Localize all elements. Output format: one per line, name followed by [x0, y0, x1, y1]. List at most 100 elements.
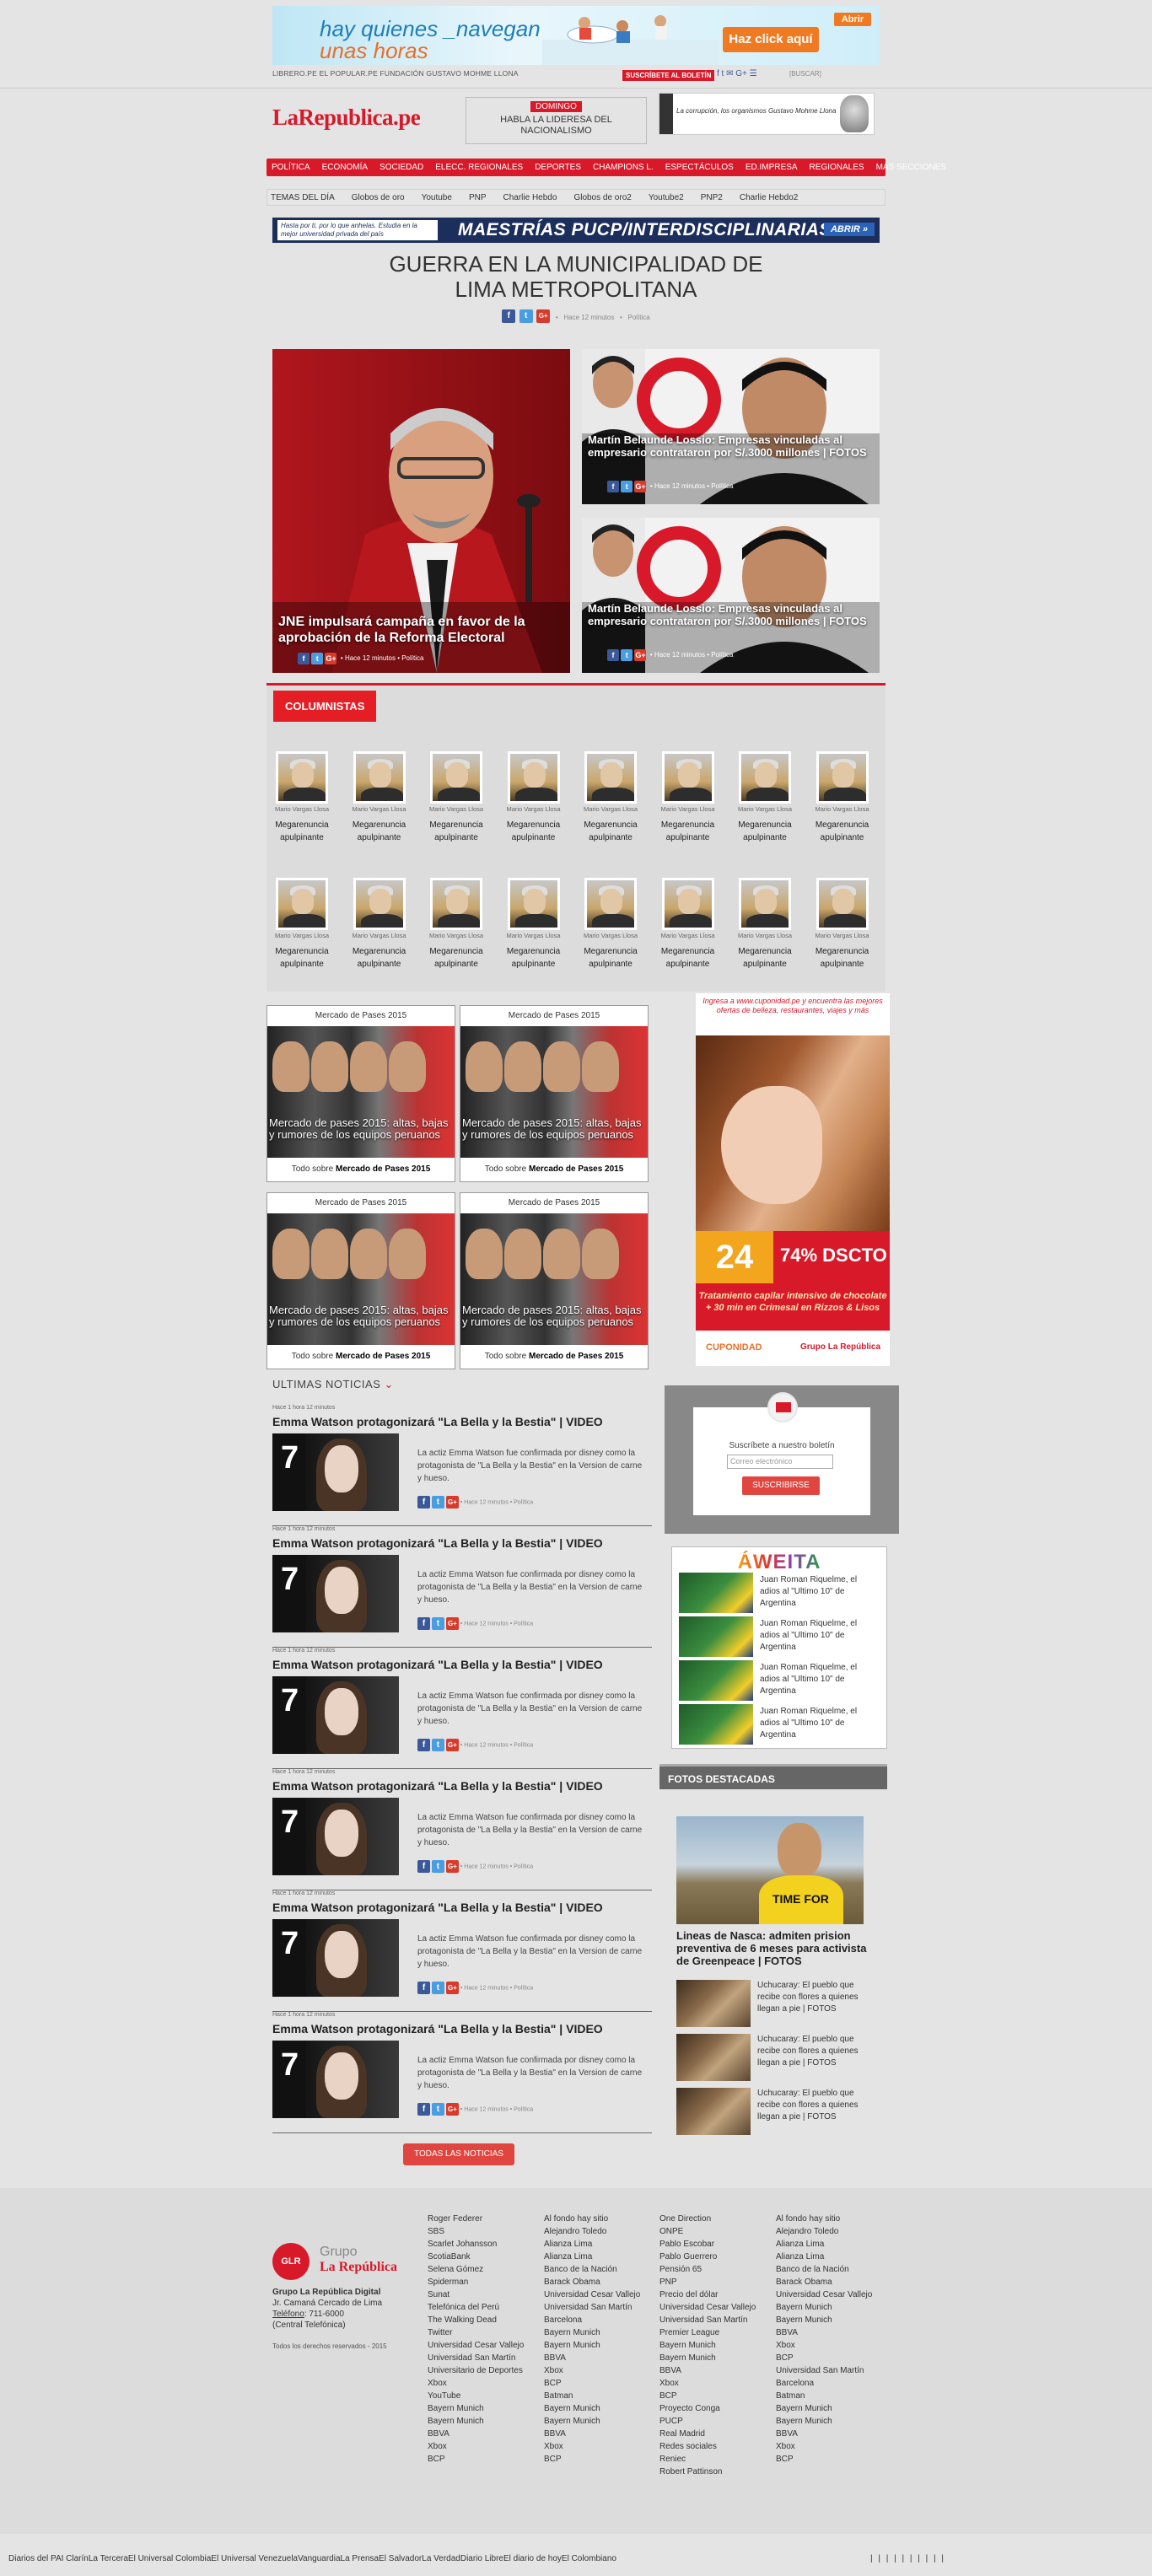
search-link[interactable]: [BUSCAR]	[789, 70, 821, 78]
google-plus-icon[interactable]: G+	[445, 1860, 459, 1873]
footer-tag-link[interactable]: Barcelona	[776, 2377, 877, 2390]
facebook-icon[interactable]: f	[502, 309, 516, 323]
footer-tag-link[interactable]: Reniec	[659, 2453, 761, 2466]
nav-item-politica[interactable]: POLÍTICA	[272, 163, 310, 172]
footer-tag-link[interactable]: Universidad San Martín	[544, 2301, 645, 2314]
nav-item-deportes[interactable]: DEPORTES	[535, 163, 581, 172]
aweita-item[interactable]: Juan Roman Riquelme, el adios al "Ultimo…	[679, 1660, 881, 1702]
footer-tag-link[interactable]: Real Madrid	[659, 2428, 761, 2440]
google-plus-icon[interactable]: G+	[445, 2103, 459, 2116]
featured-main-story[interactable]: JNE impulsará campaña en favor de la apr…	[272, 349, 570, 673]
mercado-footer-link[interactable]: Mercado de Pases 2015	[336, 1164, 430, 1174]
photo-item-title[interactable]: Uchucaray: El pueblo que recibe con flor…	[757, 2034, 875, 2069]
twitter-icon[interactable]: t	[621, 649, 633, 661]
mercado-card[interactable]: Mercado de Pases 2015 Mercado de pases 20…	[460, 1192, 649, 1369]
footer-tag-link[interactable]: Batman	[776, 2390, 877, 2402]
footer-tag-link[interactable]: Batman	[544, 2390, 645, 2402]
aweita-item-title[interactable]: Juan Roman Riquelme, el adios al "Ultimo…	[760, 1574, 878, 1610]
columnist-card[interactable]: Mario Vargas Llosa Megarenuncia apulpinan…	[814, 751, 871, 844]
news-item[interactable]: Hace 1 hora 12 minutos Emma Watson protag…	[272, 1648, 652, 1769]
columnist-card[interactable]: Mario Vargas Llosa Megarenuncia apulpinan…	[273, 878, 331, 971]
subscribe-button[interactable]: SUSCRIBIRSE	[742, 1476, 820, 1495]
columnist-article-title[interactable]: Megarenuncia apulpinante	[582, 945, 639, 971]
footer-tag-link[interactable]: ScotiaBank	[428, 2251, 529, 2263]
twitter-icon[interactable]: t	[431, 1860, 444, 1873]
footer-tag-link[interactable]: YouTube	[428, 2390, 529, 2402]
site-logo[interactable]: LaRepublica.pe	[272, 105, 421, 131]
mercado-footer-link[interactable]: Mercado de Pases 2015	[529, 1164, 623, 1174]
mercado-title[interactable]: Mercado de pases 2015: altas, bajas y ru…	[269, 1304, 455, 1328]
facebook-icon[interactable]: f	[417, 1982, 430, 1994]
columnist-card[interactable]: Mario Vargas Llosa Megarenuncia apulpinan…	[736, 878, 794, 971]
footer-tag-link[interactable]: Twitter	[428, 2326, 529, 2339]
facebook-icon[interactable]: f	[607, 649, 619, 661]
footer-tag-link[interactable]: Universidad Cesar Vallejo	[544, 2288, 645, 2301]
google-plus-icon[interactable]: G+	[445, 1617, 459, 1630]
columnist-article-title[interactable]: Megarenuncia apulpinante	[273, 945, 331, 971]
footer-tag-link[interactable]: Telefónica del Perú	[428, 2301, 529, 2314]
news-title[interactable]: Emma Watson protagonizará "La Bella y la…	[272, 1536, 603, 1550]
news-image[interactable]: 7	[272, 1676, 399, 1754]
featured-section[interactable]: Política	[711, 482, 733, 490]
news-item[interactable]: Hace 1 hora 12 minutos Emma Watson protag…	[272, 1890, 652, 2012]
footer-tag-link[interactable]: Bayern Munich	[428, 2415, 529, 2428]
subscribe-newsletter-button[interactable]: SUSCRÍBETE AL BOLETÍN	[622, 70, 715, 81]
google-plus-icon[interactable]: G+	[445, 1496, 459, 1508]
columnist-card[interactable]: Mario Vargas Llosa Megarenuncia apulpinan…	[659, 878, 717, 971]
featured-main-title[interactable]: JNE impulsará campaña en favor de la apr…	[278, 614, 565, 646]
top-links[interactable]: LIBRERO.PE EL POPULAR.PE FUNDACIÓN GUSTA…	[272, 69, 519, 78]
news-item[interactable]: Hace 1 hora 12 minutos Emma Watson protag…	[272, 2012, 652, 2133]
book-promo[interactable]: La corrupción, los organismos Gustavo Mo…	[659, 93, 875, 135]
footer-tag-link[interactable]: Al fondo hay sitio	[544, 2213, 645, 2225]
footer-tag-link[interactable]: Xbox	[776, 2339, 877, 2352]
news-image[interactable]: 7	[272, 1433, 399, 1511]
footer-tag-link[interactable]: BCP	[428, 2453, 529, 2466]
topic-link[interactable]: PNP2	[701, 193, 723, 202]
columnist-card[interactable]: Mario Vargas Llosa Megarenuncia apulpinan…	[273, 751, 331, 844]
columnist-card[interactable]: Mario Vargas Llosa Megarenuncia apulpinan…	[351, 751, 408, 844]
columnist-article-title[interactable]: Megarenuncia apulpinante	[428, 945, 485, 971]
footer-tag-link[interactable]: Xbox	[544, 2440, 645, 2453]
footer-tag-link[interactable]: Universidad San Martín	[776, 2364, 877, 2377]
nav-item-ed-impresa[interactable]: ED.IMPRESA	[746, 163, 798, 172]
news-image[interactable]: 7	[272, 1798, 399, 1875]
aweita-item[interactable]: Juan Roman Riquelme, el adios al "Ultimo…	[679, 1616, 881, 1659]
mercado-footer-link[interactable]: Mercado de Pases 2015	[336, 1352, 430, 1361]
columnist-article-title[interactable]: Megarenuncia apulpinante	[351, 819, 408, 844]
google-plus-icon[interactable]: G+	[536, 309, 551, 323]
footer-tag-link[interactable]: BCP	[776, 2352, 877, 2364]
footer-tag-link[interactable]: Bayern Munich	[544, 2415, 645, 2428]
facebook-icon[interactable]: f	[298, 653, 310, 664]
footer-tag-link[interactable]: Alianza Lima	[776, 2238, 877, 2251]
aweita-item[interactable]: Juan Roman Riquelme, el adios al "Ultimo…	[679, 1704, 881, 1746]
footer-tag-link[interactable]: Bayern Munich	[776, 2402, 877, 2415]
footer-tag-link[interactable]: Xbox	[428, 2440, 529, 2453]
topic-link[interactable]: Charlie Hebdo	[503, 193, 557, 202]
facebook-icon[interactable]: f	[417, 1496, 430, 1508]
nav-item-elecc-regionales[interactable]: ELECC. REGIONALES	[435, 163, 523, 172]
columnist-article-title[interactable]: Megarenuncia apulpinante	[659, 945, 717, 971]
news-title[interactable]: Emma Watson protagonizará "La Bella y la…	[272, 1415, 603, 1428]
nav-item-regionales[interactable]: REGIONALES	[810, 163, 864, 172]
aweita-item-title[interactable]: Juan Roman Riquelme, el adios al "Ultimo…	[760, 1662, 878, 1697]
columnist-article-title[interactable]: Megarenuncia apulpinante	[505, 945, 563, 971]
pucp-ad-banner[interactable]: Hasta por ti, por lo que anhelas. Estudi…	[272, 218, 880, 243]
footer-tag-link[interactable]: SBS	[428, 2225, 529, 2238]
promo-sunday-box[interactable]: DOMINGO HABLA LA LIDERESA DEL NACIONALIS…	[466, 97, 647, 144]
twitter-icon[interactable]: t	[431, 1617, 444, 1630]
featured-side-story-2[interactable]: Martín Belaunde Lossio: Empresas vincula…	[582, 518, 880, 673]
topic-link[interactable]: Globos de oro	[352, 193, 405, 202]
news-image[interactable]: 7	[272, 1919, 399, 1997]
footer-tag-link[interactable]: Robert Pattinson	[659, 2466, 761, 2478]
twitter-icon[interactable]: t	[431, 2103, 444, 2116]
google-plus-icon[interactable]: G+	[445, 1982, 459, 1994]
footer-tag-link[interactable]: BCP	[544, 2377, 645, 2390]
news-title[interactable]: Emma Watson protagonizará "La Bella y la…	[272, 1658, 603, 1671]
footer-tag-link[interactable]: Alianza Lima	[776, 2251, 877, 2263]
footer-tag-link[interactable]: Scarlet Johansson	[428, 2238, 529, 2251]
footer-tag-link[interactable]: Proyecto Conga	[659, 2402, 761, 2415]
google-plus-icon[interactable]: G+	[325, 653, 337, 664]
columnist-article-title[interactable]: Megarenuncia apulpinante	[428, 819, 485, 844]
google-plus-icon[interactable]: G+	[445, 1739, 459, 1751]
news-item[interactable]: Hace 1 hora 12 minutos Emma Watson protag…	[272, 1526, 652, 1648]
